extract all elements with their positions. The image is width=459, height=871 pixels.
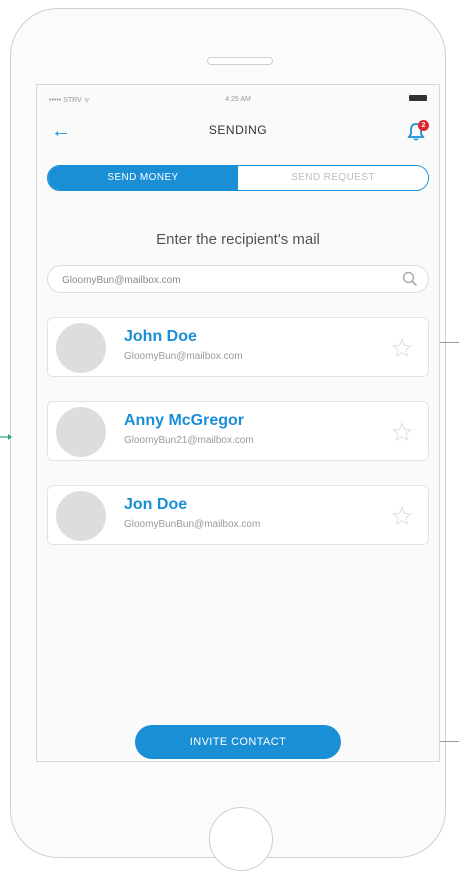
home-button[interactable] xyxy=(209,807,273,871)
avatar xyxy=(56,491,106,541)
notification-button[interactable]: 2 xyxy=(403,118,431,146)
avatar xyxy=(56,407,106,457)
star-icon[interactable] xyxy=(392,338,412,358)
tab-send-request[interactable]: SEND REQUEST xyxy=(238,166,428,190)
star-icon[interactable] xyxy=(392,422,412,442)
avatar xyxy=(56,323,106,373)
battery-icon xyxy=(409,95,427,101)
tab-send-money[interactable]: SEND MONEY xyxy=(48,166,238,190)
contact-name: John Doe xyxy=(124,328,197,345)
contact-card[interactable]: Jon Doe GloomyBunBun@mailbox.com xyxy=(47,485,429,545)
page-title: SENDING xyxy=(208,123,268,137)
clock-time: 4:25 AM xyxy=(225,96,251,103)
notification-badge: 2 xyxy=(418,120,429,131)
annotation-arrow-left xyxy=(0,428,12,440)
send-type-toggle: SEND MONEY SEND REQUEST xyxy=(47,165,429,191)
status-bar: ••••• STRV ᯤ 4:25 AM xyxy=(37,85,439,109)
nav-bar: ← SENDING 2 xyxy=(37,113,439,149)
contact-email: GloomyBun21@mailbox.com xyxy=(124,435,254,446)
contact-email: GloomyBun@mailbox.com xyxy=(124,351,243,362)
search-field xyxy=(47,265,429,293)
recipient-email-input[interactable] xyxy=(60,270,384,290)
contact-card[interactable]: John Doe GloomyBun@mailbox.com xyxy=(47,317,429,377)
recipient-prompt: Enter the recipient's mail xyxy=(156,231,320,248)
phone-speaker xyxy=(207,57,273,65)
contact-name: Anny McGregor xyxy=(124,412,245,429)
contact-name: Jon Doe xyxy=(124,496,188,513)
contact-card[interactable]: Anny McGregor GloomyBun21@mailbox.com xyxy=(47,401,429,461)
star-icon[interactable] xyxy=(392,506,412,526)
contact-email: GloomyBunBun@mailbox.com xyxy=(124,519,261,530)
app-screen: ••••• STRV ᯤ 4:25 AM ← SENDING 2 SEND MO… xyxy=(36,84,440,762)
invite-contact-button[interactable]: INVITE CONTACT xyxy=(135,725,341,759)
search-icon[interactable] xyxy=(402,271,418,287)
